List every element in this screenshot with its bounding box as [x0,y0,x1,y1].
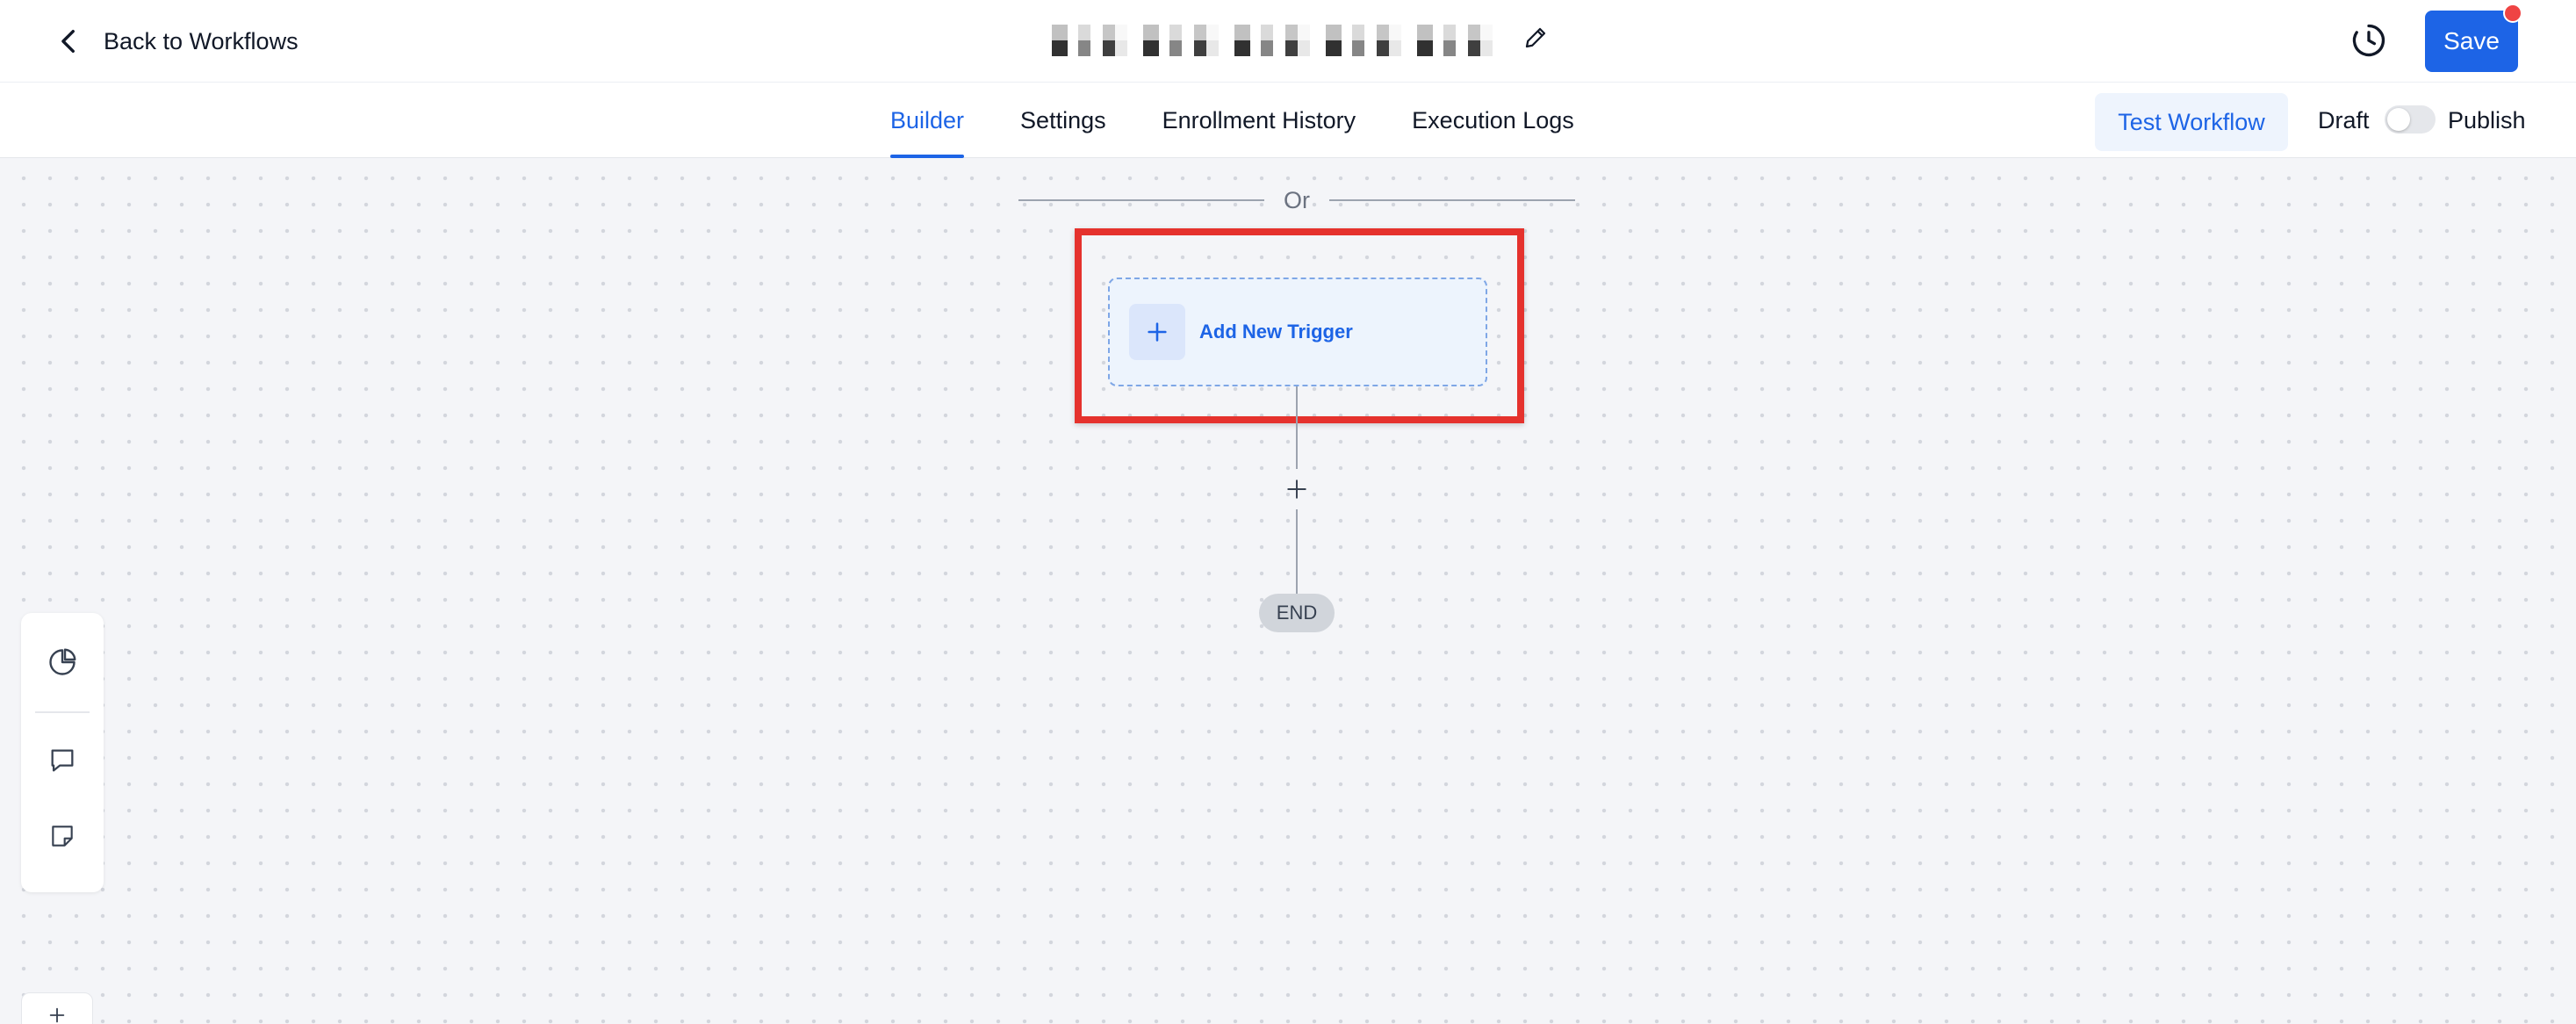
sticky-note-icon [52,826,73,847]
tab-enrollment-history[interactable]: Enrollment History [1134,83,1385,158]
divider-line-right [1329,199,1575,201]
end-node: END [1259,594,1335,632]
trigger-label: Add New Trigger [1199,321,1353,343]
or-divider: Or [1018,184,1575,216]
canvas-side-toolbar [21,613,104,892]
unsaved-notification-dot [2503,4,2522,23]
connector-line-top [1296,386,1298,469]
save-button[interactable]: Save [2425,11,2518,72]
top-header: Back to Workflows Save [0,0,2576,83]
trigger-plus-tile [1129,304,1185,360]
or-label: Or [1284,186,1310,213]
test-workflow-button[interactable]: Test Workflow [2095,93,2288,151]
publish-toggle[interactable] [2385,105,2436,133]
tab-settings[interactable]: Settings [992,83,1134,158]
toolbar-separator [35,711,90,713]
divider-line-left [1018,199,1264,201]
workflow-canvas[interactable]: Or Add New Trigger END [0,158,2576,1024]
draft-label: Draft [2318,107,2370,133]
back-link-label: Back to Workflows [104,27,299,54]
plus-icon [1148,322,1167,342]
notes-button[interactable] [21,801,104,871]
back-to-workflows-link[interactable]: Back to Workflows [54,19,299,63]
zoom-in-button[interactable] [21,992,93,1024]
add-new-trigger-button[interactable]: Add New Trigger [1108,278,1487,386]
redacted-title-block [1052,25,1508,56]
comment-icon [51,749,74,772]
history-clock-icon[interactable] [2349,21,2388,60]
plus-icon [1287,480,1306,499]
add-step-button[interactable] [1280,471,1313,508]
tab-bar: Builder Settings Enrollment History Exec… [0,83,2576,158]
publish-label: Publish [2448,107,2526,133]
workflow-tabs: Builder Settings Enrollment History Exec… [890,83,1602,158]
tab-builder[interactable]: Builder [890,83,992,158]
toggle-knob [2387,108,2410,131]
tab-execution-logs[interactable]: Execution Logs [1384,83,1602,158]
pie-chart-icon [49,648,76,675]
connector-line-bottom [1296,509,1298,594]
comments-button[interactable] [21,725,104,796]
plus-icon [49,1007,65,1023]
pencil-icon[interactable] [1522,25,1549,51]
analytics-button[interactable] [21,627,104,697]
workflow-title-redacted [1052,23,1517,58]
chevron-left-icon [61,29,75,54]
